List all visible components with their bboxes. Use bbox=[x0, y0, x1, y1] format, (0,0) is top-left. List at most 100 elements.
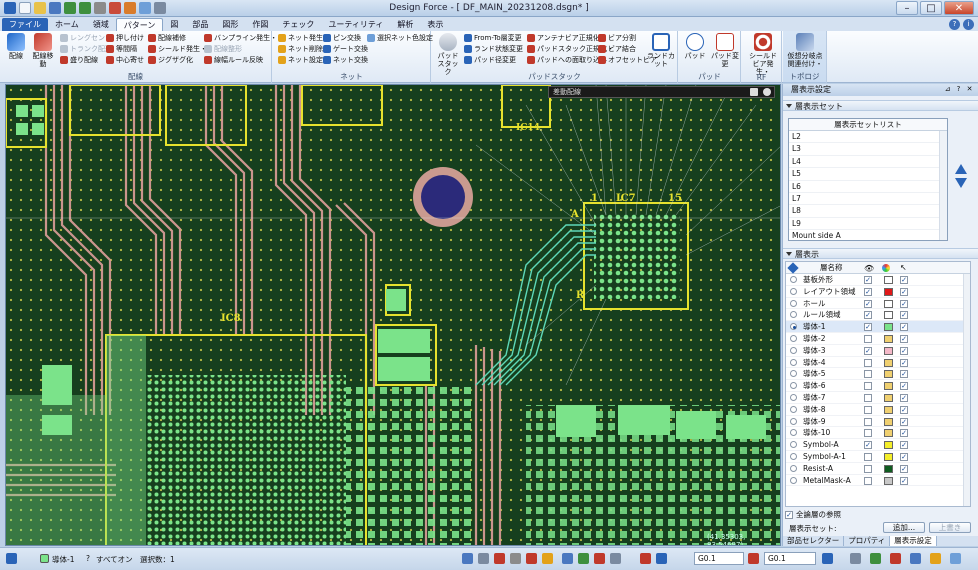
selectable-checkbox[interactable]: ✓ bbox=[900, 346, 908, 355]
layer-row[interactable]: 導体-1 ✓ ✓ bbox=[786, 321, 970, 333]
layer-color-swatch[interactable] bbox=[884, 429, 893, 438]
active-layer-radio[interactable] bbox=[790, 417, 797, 425]
layer-color-swatch[interactable] bbox=[884, 334, 893, 343]
tab-parts[interactable]: 部品 bbox=[185, 18, 215, 31]
ortho-icon[interactable] bbox=[822, 553, 833, 564]
pad-diameter-button[interactable]: パッド径変更 bbox=[464, 55, 516, 65]
via-icon[interactable] bbox=[610, 553, 621, 564]
zoom-out-icon[interactable] bbox=[890, 553, 901, 564]
active-layer-radio[interactable] bbox=[790, 370, 797, 378]
add-button[interactable]: 追加... bbox=[883, 522, 925, 533]
check-icon[interactable] bbox=[640, 553, 651, 564]
selectable-checkbox[interactable]: ✓ bbox=[900, 405, 908, 414]
layer-row[interactable]: 導体-10 ✓ bbox=[786, 427, 970, 440]
zigzag-button[interactable]: ジグザグ化 bbox=[148, 55, 193, 65]
differential-routing-panel[interactable]: 差動配線 bbox=[548, 86, 775, 98]
active-layer-radio[interactable] bbox=[790, 393, 797, 401]
layer-row[interactable]: 導体-6 ✓ bbox=[786, 380, 970, 392]
pin-icon[interactable]: ⊿ bbox=[943, 85, 952, 94]
tab-pattern[interactable]: パターン bbox=[115, 18, 164, 31]
active-layer-radio[interactable] bbox=[790, 476, 797, 484]
selectable-checkbox[interactable]: ✓ bbox=[900, 464, 908, 473]
route-shape-button[interactable]: 配線整形 bbox=[204, 44, 242, 54]
tab-analysis[interactable]: 解析 bbox=[390, 18, 420, 31]
active-layer-radio[interactable] bbox=[790, 464, 797, 472]
snap-icon[interactable] bbox=[462, 553, 473, 564]
route-button[interactable]: 配線 bbox=[3, 33, 29, 60]
active-layer-radio[interactable] bbox=[790, 276, 797, 283]
layer-section-header[interactable]: 層表示 bbox=[783, 248, 978, 259]
visibility-checkbox[interactable] bbox=[864, 464, 872, 473]
pan-icon[interactable] bbox=[910, 553, 921, 564]
layer-row[interactable]: Symbol-A-1 ✓ bbox=[786, 451, 970, 463]
tab-area[interactable]: 領域 bbox=[86, 18, 116, 31]
tab-view[interactable]: 表示 bbox=[420, 18, 450, 31]
selectable-checkbox[interactable]: ✓ bbox=[900, 276, 908, 284]
layer-color-swatch[interactable] bbox=[884, 393, 893, 402]
visibility-checkbox[interactable] bbox=[864, 417, 872, 426]
selectable-checkbox[interactable]: ✓ bbox=[900, 441, 908, 450]
layer-color-swatch[interactable] bbox=[884, 358, 893, 367]
measure-icon[interactable] bbox=[510, 553, 521, 564]
active-layer-radio[interactable] bbox=[790, 382, 797, 390]
info-icon[interactable]: i bbox=[963, 18, 974, 30]
net-generate-button[interactable]: ネット発生 bbox=[278, 33, 323, 43]
hug-icon[interactable] bbox=[562, 553, 573, 564]
width-rule-button[interactable]: 線幅ルール反映 bbox=[204, 55, 263, 65]
list-item[interactable]: L5 bbox=[789, 168, 947, 181]
active-layer-radio[interactable] bbox=[790, 323, 797, 331]
visibility-checkbox[interactable]: ✓ bbox=[864, 276, 872, 284]
layer-row[interactable]: 導体-9 ✓ bbox=[786, 416, 970, 428]
layer-row[interactable]: レイアウト領域 ✓ ✓ bbox=[786, 286, 970, 298]
tab-shapes[interactable]: 図形 bbox=[215, 18, 245, 31]
layer-row[interactable]: 導体-3 ✓ ✓ bbox=[786, 345, 970, 357]
tab-figure[interactable]: 図 bbox=[163, 18, 185, 31]
length-tune-button[interactable]: レングセン bbox=[60, 33, 105, 43]
active-layer-radio[interactable] bbox=[790, 299, 797, 307]
grid-icon[interactable] bbox=[478, 553, 489, 564]
layer-color-swatch[interactable] bbox=[884, 382, 893, 391]
visibility-checkbox[interactable]: ✓ bbox=[864, 299, 872, 308]
via-merge-button[interactable]: ビア結合 bbox=[598, 44, 636, 54]
visibility-checkbox[interactable]: ✓ bbox=[864, 441, 872, 450]
layer-row[interactable]: 導体-7 ✓ bbox=[786, 392, 970, 404]
layer-color-swatch[interactable] bbox=[884, 346, 893, 355]
active-layer-radio[interactable] bbox=[790, 334, 797, 342]
layer-color-swatch[interactable] bbox=[884, 299, 893, 308]
layer-color-swatch[interactable] bbox=[884, 276, 893, 284]
via-split-button[interactable]: ビア分割 bbox=[598, 33, 636, 43]
corner-icon[interactable] bbox=[578, 553, 589, 564]
trunk-shape-button[interactable]: トランク配形 bbox=[60, 44, 112, 54]
active-layer-radio[interactable] bbox=[790, 441, 797, 449]
visibility-checkbox[interactable] bbox=[864, 334, 872, 343]
net-delete-button[interactable]: ネット削除 bbox=[278, 44, 323, 54]
move-down-icon[interactable] bbox=[955, 178, 967, 188]
layer-color-swatch[interactable] bbox=[884, 311, 893, 320]
layer-color-swatch[interactable] bbox=[884, 405, 893, 414]
layer-set-scrollbar[interactable] bbox=[939, 131, 947, 240]
layer-table-scrollbar[interactable] bbox=[963, 274, 970, 506]
grid-select-2[interactable]: G0.1 bbox=[764, 552, 816, 565]
selectable-checkbox[interactable]: ✓ bbox=[900, 393, 908, 402]
pad-change-button[interactable]: パッド変更 bbox=[710, 33, 740, 68]
selectable-checkbox[interactable]: ✓ bbox=[900, 476, 908, 485]
from-to-layer-button[interactable]: From-To層変更 bbox=[464, 33, 522, 43]
selectable-checkbox[interactable]: ✓ bbox=[900, 417, 908, 426]
pad-button[interactable]: パッド bbox=[682, 33, 708, 60]
active-layer-radio[interactable] bbox=[790, 429, 797, 437]
selectable-checkbox[interactable]: ✓ bbox=[900, 429, 908, 438]
active-layer-radio[interactable] bbox=[790, 287, 797, 295]
layer-set-list[interactable]: 層表示セットリスト L2 L3 L4 L5 L6 L7 L8 L9 Mount … bbox=[788, 118, 948, 243]
selectable-checkbox[interactable]: ✓ bbox=[900, 452, 908, 461]
drc-icon[interactable] bbox=[526, 553, 537, 564]
tab-file[interactable]: ファイル bbox=[2, 18, 48, 31]
padstack-button[interactable]: パッドスタック bbox=[435, 33, 461, 76]
equal-spacing-button[interactable]: 等間隔 bbox=[106, 44, 137, 54]
layer-row[interactable]: 導体-8 ✓ bbox=[786, 404, 970, 416]
layer-row[interactable]: 導体-2 ✓ bbox=[786, 333, 970, 345]
land-state-button[interactable]: ランド状態変更 bbox=[464, 44, 523, 54]
visibility-checkbox[interactable] bbox=[864, 393, 872, 402]
grid-select-1[interactable]: G0.1 bbox=[694, 552, 744, 565]
layer-row[interactable]: 基板外形 ✓ ✓ bbox=[786, 274, 970, 286]
layer-color-swatch[interactable] bbox=[884, 452, 893, 461]
